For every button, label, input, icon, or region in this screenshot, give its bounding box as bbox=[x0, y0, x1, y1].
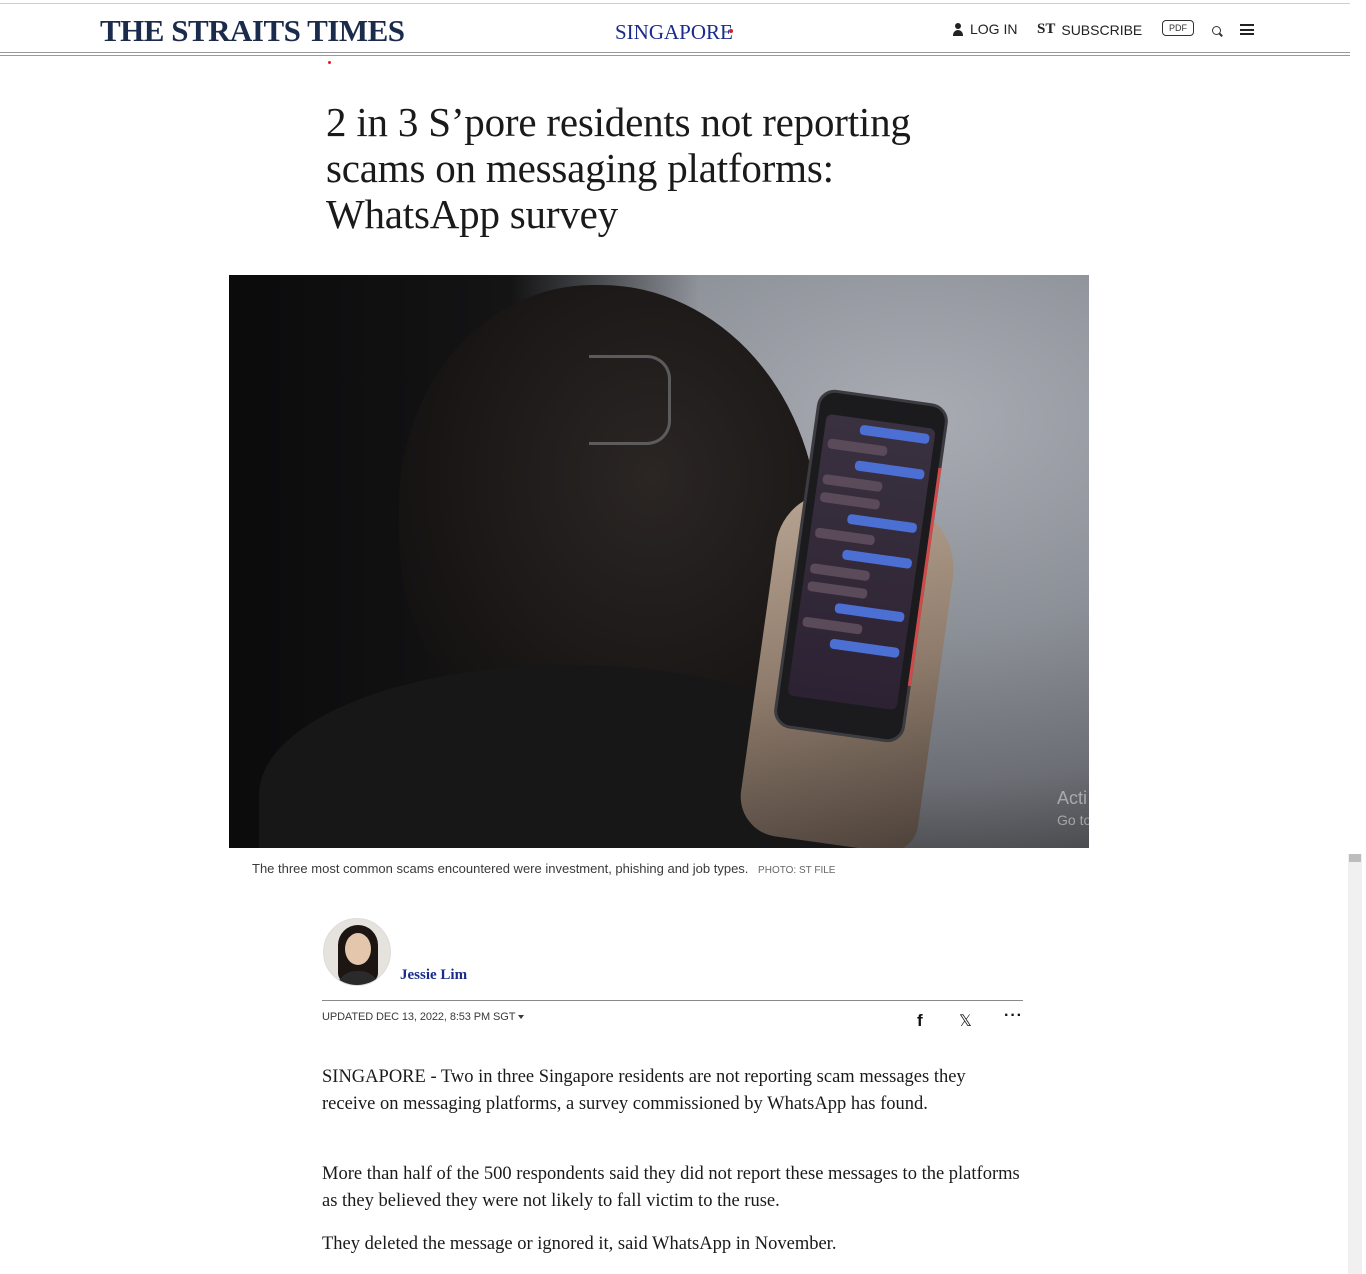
article-headline: 2 in 3 S’pore residents not reporting sc… bbox=[326, 99, 911, 237]
os-watermark: Acti Go to bbox=[1057, 787, 1089, 831]
more-options-icon[interactable]: ··· bbox=[1004, 1007, 1023, 1025]
login-label: LOG IN bbox=[970, 21, 1018, 37]
pdf-button[interactable]: PDF bbox=[1162, 20, 1194, 36]
login-button[interactable]: LOG IN bbox=[952, 21, 1017, 37]
section-label[interactable]: SINGAPORE bbox=[615, 20, 733, 45]
author-avatar[interactable] bbox=[323, 918, 391, 986]
scrollbar-track[interactable] bbox=[1348, 854, 1362, 1274]
accent-dot bbox=[328, 61, 331, 64]
photo-credit: PHOTO: ST FILE bbox=[758, 865, 836, 876]
article-paragraph: They deleted the message or ignored it, … bbox=[322, 1234, 837, 1254]
photo-caption: The three most common scams encountered … bbox=[252, 861, 835, 876]
author-link[interactable]: Jessie Lim bbox=[400, 967, 467, 984]
caret-down-icon bbox=[518, 1015, 525, 1020]
x-share-icon[interactable]: 𝕏 bbox=[959, 1011, 972, 1031]
caption-text: The three most common scams encountered … bbox=[252, 861, 749, 876]
glasses-outline bbox=[589, 355, 671, 445]
header-divider-secondary bbox=[0, 55, 1350, 56]
subscribe-button[interactable]: ST SUBSCRIBE bbox=[1037, 21, 1142, 38]
watermark-line-1: Acti bbox=[1057, 788, 1088, 808]
facebook-share-icon[interactable]: f bbox=[917, 1011, 923, 1031]
byline-divider bbox=[322, 1000, 1023, 1001]
section-dot bbox=[729, 29, 733, 33]
watermark-line-2: Go to bbox=[1057, 812, 1089, 828]
article-photo[interactable]: Acti Go to bbox=[229, 275, 1089, 848]
site-logo[interactable]: THE STRAITS TIMES bbox=[100, 13, 405, 49]
search-icon[interactable] bbox=[1212, 26, 1221, 35]
subscribe-label: SUBSCRIBE bbox=[1061, 21, 1143, 38]
menu-icon[interactable] bbox=[1240, 24, 1254, 35]
site-header: THE STRAITS TIMES SINGAPORE LOG IN ST SU… bbox=[0, 4, 1350, 52]
article-paragraph: SINGAPORE - Two in three Singapore resid… bbox=[322, 1067, 966, 1114]
updated-timestamp[interactable]: UPDATED DEC 13, 2022, 8:53 PM SGT bbox=[322, 1011, 525, 1023]
header-divider bbox=[0, 52, 1350, 53]
st-logo-icon: ST bbox=[1037, 21, 1056, 37]
updated-text: UPDATED DEC 13, 2022, 8:53 PM SGT bbox=[322, 1011, 516, 1023]
article-paragraph: More than half of the 500 respondents sa… bbox=[322, 1164, 1020, 1211]
user-icon bbox=[952, 22, 964, 36]
scrollbar-thumb[interactable] bbox=[1349, 854, 1361, 862]
